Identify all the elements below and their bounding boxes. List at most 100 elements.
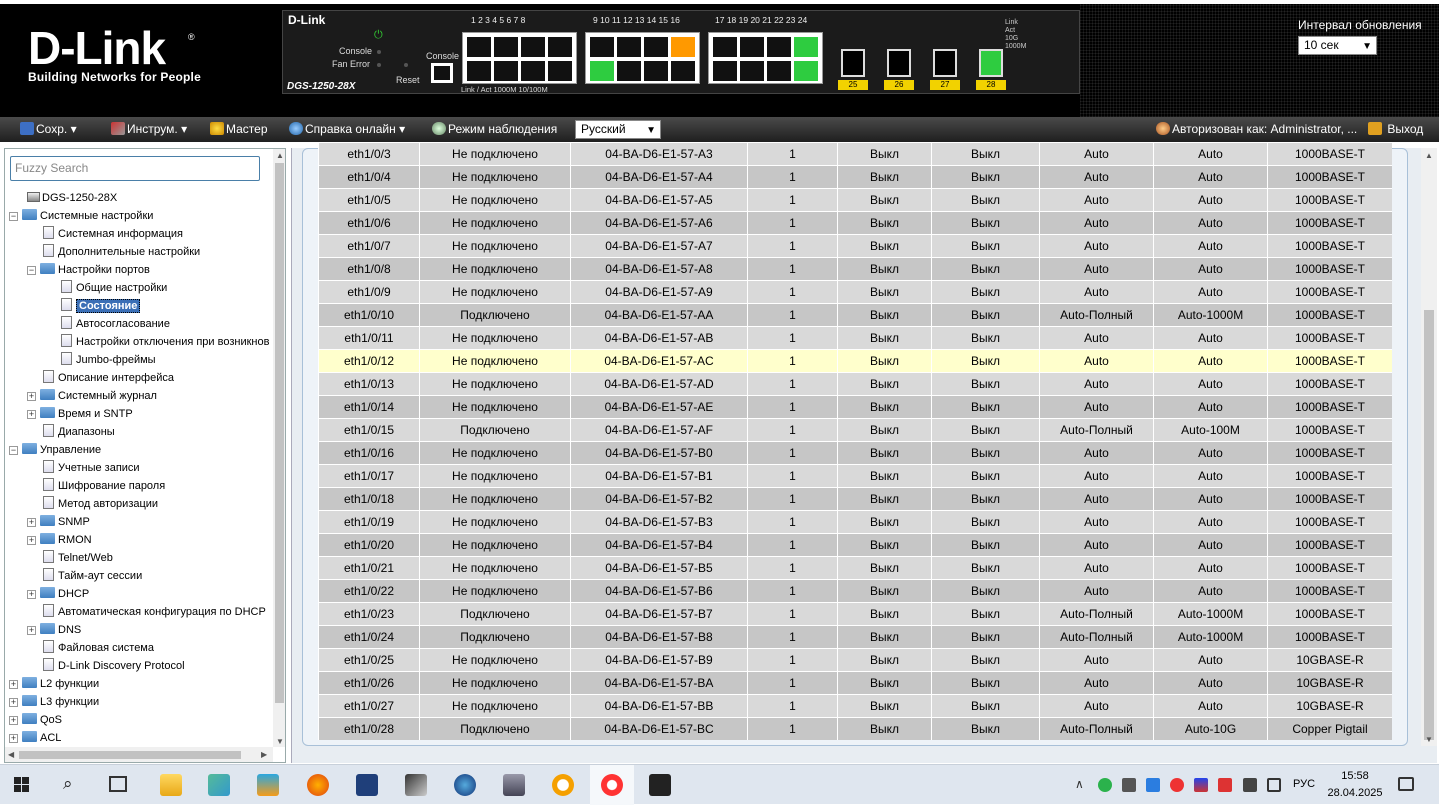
table-row[interactable]: eth1/0/23 Подключено 04-BA-D6-E1-57-B7 1 Вык…: [318, 602, 1392, 626]
collapse-icon[interactable]: −: [27, 266, 36, 275]
expand-icon[interactable]: +: [27, 536, 36, 545]
tree-item-password-encryption[interactable]: Шифрование пароля: [43, 477, 165, 495]
port-11[interactable]: [617, 37, 641, 57]
port-2[interactable]: [467, 61, 491, 81]
table-row[interactable]: eth1/0/15 Подключено 04-BA-D6-E1-57-AF 1 Вык…: [318, 418, 1392, 442]
language-select[interactable]: Русский ▼: [575, 120, 661, 139]
port-17[interactable]: [713, 37, 737, 57]
tray-red-icon[interactable]: [1170, 778, 1184, 792]
start-button[interactable]: [14, 777, 30, 793]
table-row[interactable]: eth1/0/21 Не подключено 04-BA-D6-E1-57-B5 1…: [318, 556, 1392, 580]
expand-icon[interactable]: +: [9, 716, 18, 725]
table-row[interactable]: eth1/0/20 Не подключено 04-BA-D6-E1-57-B4 1…: [318, 533, 1392, 557]
table-row[interactable]: eth1/0/8 Не подключено 04-BA-D6-E1-57-A8 1 В…: [318, 257, 1392, 281]
tree-item-interface-description[interactable]: Описание интерфейса: [43, 369, 174, 387]
tree-item-dhcp-autoconfig[interactable]: Автоматическая конфигурация по DHCP: [43, 603, 266, 621]
port-13[interactable]: [644, 37, 668, 57]
tree-item-acl[interactable]: + ACL: [9, 729, 61, 747]
tree-item-ranges[interactable]: Диапазоны: [43, 423, 115, 441]
port-7[interactable]: [548, 37, 572, 57]
collapse-icon[interactable]: −: [9, 212, 18, 221]
menu-help[interactable]: Справка онлайн ▾: [289, 122, 405, 136]
tray-monitor-icon[interactable]: [1218, 778, 1232, 792]
tree-item-device[interactable]: DGS-1250-28X: [27, 189, 117, 207]
expand-icon[interactable]: +: [27, 410, 36, 419]
volume-muted-icon[interactable]: [1243, 778, 1257, 792]
table-row[interactable]: eth1/0/10 Подключено 04-BA-D6-E1-57-AA 1 Вык…: [318, 303, 1392, 327]
tree-item-status[interactable]: Состояние: [61, 297, 141, 315]
table-row[interactable]: eth1/0/17 Не подключено 04-BA-D6-E1-57-B1 1…: [318, 464, 1392, 488]
app-icon[interactable]: [552, 774, 574, 796]
tree-item-port-settings[interactable]: − Настройки портов: [27, 261, 150, 279]
table-row[interactable]: eth1/0/25 Не подключено 04-BA-D6-E1-57-B9 1…: [318, 648, 1392, 672]
port-14[interactable]: [644, 61, 668, 81]
table-row[interactable]: eth1/0/22 Не подключено 04-BA-D6-E1-57-B6 1…: [318, 579, 1392, 603]
tray-app-icon[interactable]: [1122, 778, 1136, 792]
port-6[interactable]: [521, 61, 545, 81]
task-view-icon[interactable]: [109, 776, 127, 792]
port-24[interactable]: [794, 61, 818, 81]
table-row[interactable]: eth1/0/18 Не подключено 04-BA-D6-E1-57-B2 1…: [318, 487, 1392, 511]
port-22[interactable]: [767, 61, 791, 81]
scroll-right-icon[interactable]: ▶: [261, 750, 267, 759]
console-port[interactable]: [431, 63, 453, 83]
table-row[interactable]: eth1/0/12 Не подключено 04-BA-D6-E1-57-AC 1…: [318, 349, 1392, 373]
menu-save[interactable]: Сохр. ▾: [20, 122, 77, 136]
menu-wizard[interactable]: Мастер: [210, 122, 268, 136]
port-8[interactable]: [548, 61, 572, 81]
table-row[interactable]: eth1/0/14 Не подключено 04-BA-D6-E1-57-AE 1…: [318, 395, 1392, 419]
port-4[interactable]: [494, 61, 518, 81]
tree-item-accounts[interactable]: Учетные записи: [43, 459, 140, 477]
input-language[interactable]: РУС: [1293, 778, 1315, 790]
sfp-port-26[interactable]: [887, 49, 911, 77]
firefox-icon[interactable]: [307, 774, 329, 796]
expand-icon[interactable]: +: [9, 698, 18, 707]
port-9[interactable]: [590, 37, 614, 57]
table-row[interactable]: eth1/0/6 Не подключено 04-BA-D6-E1-57-A6 1 В…: [318, 211, 1392, 235]
sidebar-horizontal-scroll-thumb[interactable]: [19, 751, 241, 759]
tree-item-jumbo-frames[interactable]: Jumbo-фреймы: [61, 351, 156, 369]
port-19[interactable]: [740, 37, 764, 57]
port-23[interactable]: [794, 37, 818, 57]
expand-icon[interactable]: +: [9, 680, 18, 689]
expand-icon[interactable]: +: [27, 590, 36, 599]
sidebar-vertical-scroll-thumb[interactable]: [275, 163, 284, 703]
yandex-browser-icon[interactable]: [601, 774, 623, 796]
scroll-up-icon[interactable]: ▲: [1425, 151, 1433, 160]
tray-activity-icon[interactable]: [1194, 778, 1208, 792]
table-row[interactable]: eth1/0/16 Не подключено 04-BA-D6-E1-57-B0 1…: [318, 441, 1392, 465]
tree-item-l3-functions[interactable]: + L3 функции: [9, 693, 99, 711]
powershell-icon[interactable]: [356, 774, 378, 796]
security-check-icon[interactable]: [1098, 778, 1112, 792]
table-row[interactable]: eth1/0/13 Не подключено 04-BA-D6-E1-57-AD 1…: [318, 372, 1392, 396]
tree-item-rmon[interactable]: + RMON: [27, 531, 92, 549]
tree-item-system-info[interactable]: Системная информация: [43, 225, 183, 243]
tree-item-general-settings[interactable]: Общие настройки: [61, 279, 167, 297]
tree-item-telnet-web[interactable]: Telnet/Web: [43, 549, 113, 567]
notifications-icon[interactable]: [1398, 777, 1414, 791]
table-row[interactable]: eth1/0/19 Не подключено 04-BA-D6-E1-57-B3 1…: [318, 510, 1392, 534]
scroll-down-icon[interactable]: ▼: [276, 737, 284, 746]
table-row[interactable]: eth1/0/27 Не подключено 04-BA-D6-E1-57-BB 1…: [318, 694, 1392, 718]
tray-arrow-icon[interactable]: [1146, 778, 1160, 792]
tree-item-auth-method[interactable]: Метод авторизации: [43, 495, 158, 513]
logout-button[interactable]: Выход: [1368, 122, 1423, 136]
expand-icon[interactable]: +: [27, 392, 36, 401]
scroll-up-icon[interactable]: ▲: [276, 151, 284, 160]
expand-icon[interactable]: +: [27, 626, 36, 635]
tree-item-ddp[interactable]: D-Link Discovery Protocol: [43, 657, 185, 675]
putty-icon[interactable]: [405, 774, 427, 796]
file-explorer-icon[interactable]: [160, 774, 182, 796]
table-row[interactable]: eth1/0/9 Не подключено 04-BA-D6-E1-57-A9 1 В…: [318, 280, 1392, 304]
table-row[interactable]: eth1/0/24 Подключено 04-BA-D6-E1-57-B8 1 Вык…: [318, 625, 1392, 649]
expand-icon[interactable]: +: [27, 518, 36, 527]
port-21[interactable]: [767, 37, 791, 57]
network-tool-icon[interactable]: [208, 774, 230, 796]
table-row[interactable]: eth1/0/28 Подключено 04-BA-D6-E1-57-BC 1 Вык…: [318, 717, 1392, 740]
menu-monitor[interactable]: Режим наблюдения: [432, 122, 557, 136]
search-icon[interactable]: ⌕: [63, 774, 73, 794]
table-row[interactable]: eth1/0/3 Не подключено 04-BA-D6-E1-57-A3 1 В…: [318, 142, 1392, 166]
tree-item-qos[interactable]: + QoS: [9, 711, 62, 729]
content-vertical-scroll-thumb[interactable]: [1424, 310, 1434, 740]
port-15[interactable]: [671, 37, 695, 57]
